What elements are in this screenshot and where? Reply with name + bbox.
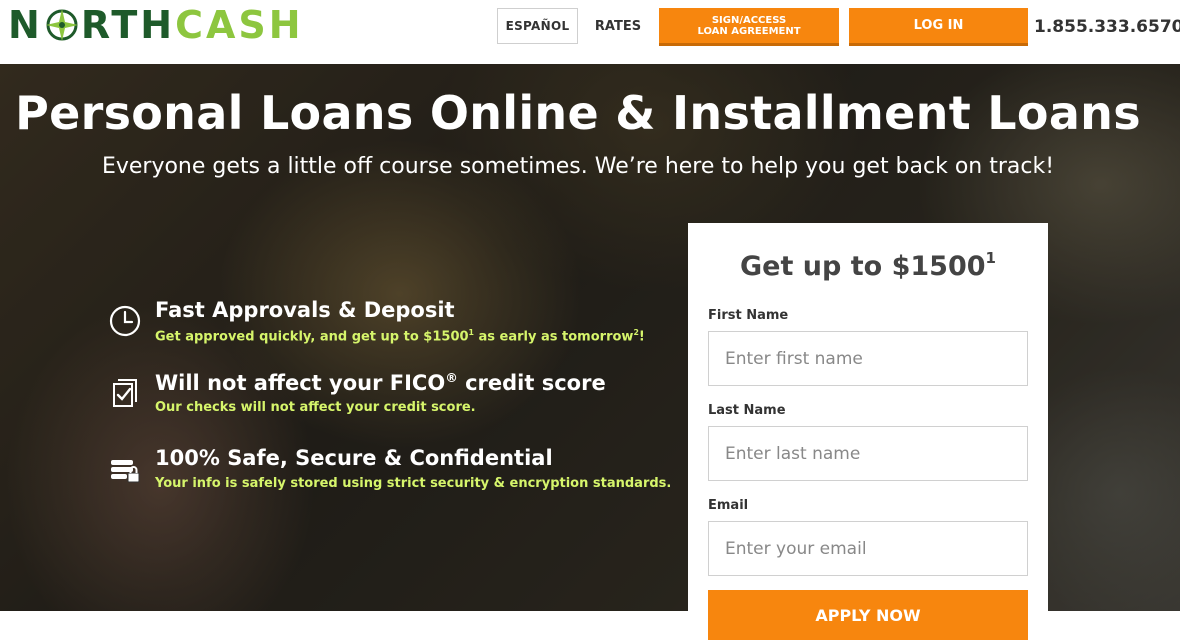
form-title: Get up to $15001 <box>688 249 1048 282</box>
sign-button-line2: LOAN AGREEMENT <box>697 25 801 37</box>
site-header: N RTH CASH ESPAÑOL RATES SIGN/ACCESS LOA… <box>0 0 1180 64</box>
feature-description: Your info is safely stored using strict … <box>155 476 672 491</box>
feature-desc-part: ! <box>638 329 645 345</box>
footnote-marker: 1 <box>985 249 996 267</box>
last-name-label: Last Name <box>708 403 786 418</box>
sign-button-line1: SIGN/ACCESS <box>711 14 787 26</box>
feature-title-part: credit score <box>457 371 606 395</box>
feature-title: Will not affect your FICO® credit score <box>155 370 606 395</box>
registered-mark: ® <box>445 370 458 385</box>
logo-letter-n: N <box>8 3 43 47</box>
feature-desc-part: Get approved quickly, and get up to $150… <box>155 329 469 345</box>
email-input[interactable]: Enter your email <box>708 521 1028 576</box>
first-name-label: First Name <box>708 308 789 323</box>
sign-loan-agreement-button[interactable]: SIGN/ACCESS LOAN AGREEMENT <box>659 8 839 46</box>
feature-title: 100% Safe, Secure & Confidential <box>155 446 553 470</box>
last-name-input[interactable]: Enter last name <box>708 426 1028 481</box>
feature-title: Fast Approvals & Deposit <box>155 298 455 322</box>
northcash-logo[interactable]: N RTH CASH <box>8 3 304 47</box>
logo-text-cash: CASH <box>175 3 304 47</box>
form-title-text: Get up to $1500 <box>740 251 986 282</box>
feature-desc-part: as early as tomorrow <box>473 329 634 345</box>
email-label: Email <box>708 498 749 513</box>
loan-application-form: Get up to $15001 First Name Enter first … <box>688 223 1048 640</box>
first-name-input[interactable]: Enter first name <box>708 331 1028 386</box>
secure-storage-icon <box>111 460 140 483</box>
espanol-button[interactable]: ESPAÑOL <box>497 8 578 44</box>
phone-number[interactable]: 1.855.333.6570 <box>1034 10 1180 44</box>
document-check-icon <box>113 379 137 407</box>
hero-title: Personal Loans Online & Installment Loan… <box>15 86 1141 140</box>
hero-subtitle: Everyone gets a little off course someti… <box>101 154 1055 179</box>
compass-icon <box>45 9 78 41</box>
feature-description: Our checks will not affect your credit s… <box>155 400 476 415</box>
rates-link[interactable]: RATES <box>586 8 650 44</box>
apply-now-button[interactable]: APPLY NOW <box>708 590 1028 640</box>
logo-text-rth: RTH <box>80 3 176 47</box>
clock-icon <box>109 305 141 337</box>
feature-description: Get approved quickly, and get up to $150… <box>155 328 645 344</box>
login-button[interactable]: LOG IN <box>849 8 1028 46</box>
feature-title-part: Will not affect your FICO <box>155 371 446 395</box>
